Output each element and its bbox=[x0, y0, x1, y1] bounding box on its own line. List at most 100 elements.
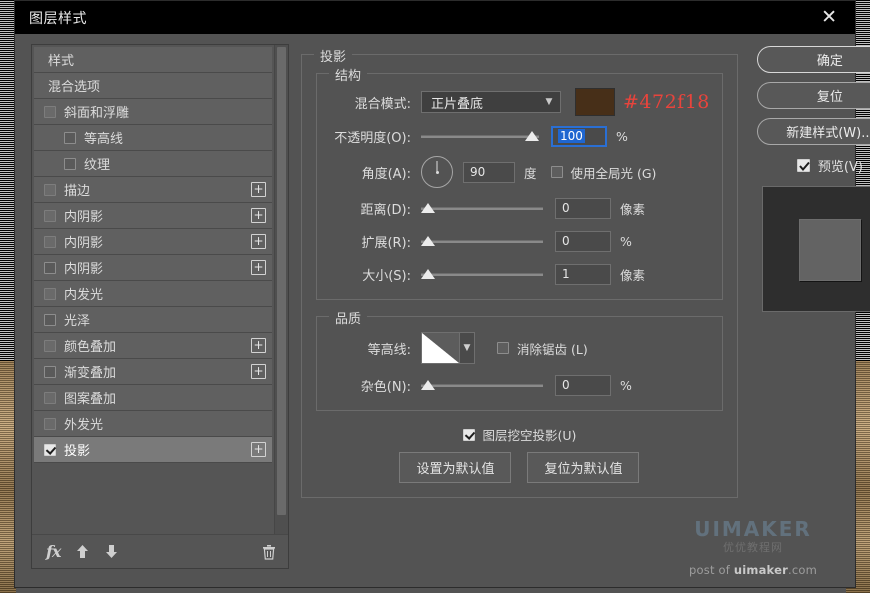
style-row-label-9: 内发光 bbox=[64, 284, 266, 303]
style-row-checkbox-5[interactable] bbox=[44, 184, 56, 196]
settings-panel: 投影 结构 混合模式: 正片叠底 ▼ #472f18 bbox=[297, 44, 742, 579]
fx-glyph: fx bbox=[46, 542, 60, 561]
style-row-3[interactable]: 等高线 bbox=[34, 125, 272, 151]
style-row-checkbox-9[interactable] bbox=[44, 288, 56, 300]
chevron-down-icon: ▼ bbox=[459, 333, 474, 363]
style-row-9[interactable]: 内发光 bbox=[34, 281, 272, 307]
blend-mode-select[interactable]: 正片叠底 ▼ bbox=[421, 91, 561, 113]
use-global-light-label: 使用全局光 (G) bbox=[571, 163, 657, 182]
contour-select[interactable]: ▼ bbox=[421, 332, 475, 364]
style-row-14[interactable]: 外发光 bbox=[34, 411, 272, 437]
set-default-button[interactable]: 设置为默认值 bbox=[399, 452, 511, 483]
styles-panel: 样式混合选项斜面和浮雕等高线纹理描边+内阴影+内阴影+内阴影+内发光光泽颜色叠加… bbox=[31, 44, 289, 569]
drop-shadow-group-title: 投影 bbox=[314, 46, 352, 65]
style-row-10[interactable]: 光泽 bbox=[34, 307, 272, 333]
add-effect-icon-8[interactable]: + bbox=[251, 260, 266, 275]
style-row-15[interactable]: 投影+ bbox=[34, 437, 272, 463]
dialog-titlebar: 图层样式 ✕ bbox=[15, 1, 855, 34]
style-row-checkbox-15[interactable] bbox=[44, 444, 56, 456]
move-up-icon[interactable] bbox=[76, 544, 89, 559]
style-row-checkbox-10[interactable] bbox=[44, 314, 56, 326]
reset-default-button[interactable]: 复位为默认值 bbox=[527, 452, 639, 483]
style-row-0[interactable]: 样式 bbox=[34, 47, 272, 73]
style-row-checkbox-6[interactable] bbox=[44, 210, 56, 222]
check-icon bbox=[799, 161, 810, 172]
style-row-label-10: 光泽 bbox=[64, 310, 266, 329]
add-effect-icon-5[interactable]: + bbox=[251, 182, 266, 197]
noise-slider-thumb[interactable] bbox=[421, 380, 435, 390]
noise-slider[interactable] bbox=[421, 377, 543, 393]
style-row-checkbox-7[interactable] bbox=[44, 236, 56, 248]
styles-scrollbar[interactable] bbox=[274, 45, 288, 534]
noise-input[interactable]: 0 bbox=[555, 375, 611, 396]
style-row-label-2: 斜面和浮雕 bbox=[64, 102, 266, 121]
move-down-icon[interactable] bbox=[105, 544, 118, 559]
use-global-light-checkbox[interactable]: 使用全局光 (G) bbox=[551, 163, 657, 182]
style-row-checkbox-13[interactable] bbox=[44, 392, 56, 404]
size-slider[interactable] bbox=[421, 266, 543, 282]
dialog-body: 样式混合选项斜面和浮雕等高线纹理描边+内阴影+内阴影+内阴影+内发光光泽颜色叠加… bbox=[15, 34, 855, 587]
style-row-checkbox-2[interactable] bbox=[44, 106, 56, 118]
spread-input[interactable]: 0 bbox=[555, 231, 611, 252]
distance-slider[interactable] bbox=[421, 200, 543, 216]
style-row-checkbox-14[interactable] bbox=[44, 418, 56, 430]
actions-panel: 确定 复位 新建样式(W)... 预览(V) bbox=[750, 44, 870, 579]
shadow-color-swatch[interactable] bbox=[575, 88, 615, 116]
blend-mode-value: 正片叠底 bbox=[431, 93, 542, 112]
style-row-6[interactable]: 内阴影+ bbox=[34, 203, 272, 229]
add-effect-icon-15[interactable]: + bbox=[251, 442, 266, 457]
reset-button[interactable]: 复位 bbox=[757, 82, 870, 109]
style-row-checkbox-12[interactable] bbox=[44, 366, 56, 378]
quality-group-title: 品质 bbox=[329, 308, 367, 327]
distance-value: 0 bbox=[562, 201, 570, 215]
style-row-5[interactable]: 描边+ bbox=[34, 177, 272, 203]
style-row-7[interactable]: 内阴影+ bbox=[34, 229, 272, 255]
size-input[interactable]: 1 bbox=[555, 264, 611, 285]
angle-input[interactable]: 90 bbox=[463, 162, 515, 183]
fx-icon[interactable]: fx bbox=[46, 542, 60, 561]
add-effect-icon-11[interactable]: + bbox=[251, 338, 266, 353]
preview-checkbox[interactable]: 预览(V) bbox=[797, 156, 863, 175]
style-row-checkbox-4[interactable] bbox=[64, 158, 76, 170]
style-row-1[interactable]: 混合选项 bbox=[34, 73, 272, 99]
opacity-unit: % bbox=[616, 129, 628, 144]
ok-button[interactable]: 确定 bbox=[757, 46, 870, 73]
style-row-11[interactable]: 颜色叠加+ bbox=[34, 333, 272, 359]
style-row-label-0: 样式 bbox=[48, 50, 266, 69]
opacity-slider-track bbox=[421, 135, 539, 138]
knockout-checkbox[interactable]: 图层挖空投影(U) bbox=[463, 425, 577, 444]
styles-scrollbar-thumb[interactable] bbox=[277, 47, 286, 515]
add-effect-icon-12[interactable]: + bbox=[251, 364, 266, 379]
antialias-box bbox=[497, 342, 509, 354]
style-row-8[interactable]: 内阴影+ bbox=[34, 255, 272, 281]
size-slider-thumb[interactable] bbox=[421, 269, 435, 279]
style-row-checkbox-8[interactable] bbox=[44, 262, 56, 274]
preview-label: 预览(V) bbox=[818, 156, 863, 175]
angle-dial[interactable] bbox=[421, 156, 453, 188]
distance-input[interactable]: 0 bbox=[555, 198, 611, 219]
style-row-12[interactable]: 渐变叠加+ bbox=[34, 359, 272, 385]
opacity-slider[interactable] bbox=[421, 128, 539, 144]
style-row-checkbox-3[interactable] bbox=[64, 132, 76, 144]
spread-row: 扩展(R): 0 % bbox=[329, 228, 710, 254]
opacity-slider-thumb[interactable] bbox=[525, 131, 539, 141]
angle-label: 角度(A): bbox=[329, 163, 421, 182]
add-effect-icon-6[interactable]: + bbox=[251, 208, 266, 223]
style-row-2[interactable]: 斜面和浮雕 bbox=[34, 99, 272, 125]
noise-slider-track bbox=[421, 384, 543, 387]
style-row-4[interactable]: 纹理 bbox=[34, 151, 272, 177]
new-style-button[interactable]: 新建样式(W)... bbox=[757, 118, 870, 145]
trash-icon[interactable] bbox=[262, 544, 276, 560]
style-row-13[interactable]: 图案叠加 bbox=[34, 385, 272, 411]
style-row-label-12: 渐变叠加 bbox=[64, 362, 251, 381]
style-row-checkbox-11[interactable] bbox=[44, 340, 56, 352]
spread-slider-thumb[interactable] bbox=[421, 236, 435, 246]
distance-slider-thumb[interactable] bbox=[421, 203, 435, 213]
angle-value: 90 bbox=[470, 165, 485, 179]
antialias-checkbox[interactable]: 消除锯齿 (L) bbox=[497, 339, 588, 358]
dialog-title: 图层样式 bbox=[29, 8, 87, 28]
opacity-input[interactable]: 100 bbox=[551, 126, 607, 147]
add-effect-icon-7[interactable]: + bbox=[251, 234, 266, 249]
close-icon[interactable]: ✕ bbox=[815, 6, 843, 29]
spread-slider[interactable] bbox=[421, 233, 543, 249]
